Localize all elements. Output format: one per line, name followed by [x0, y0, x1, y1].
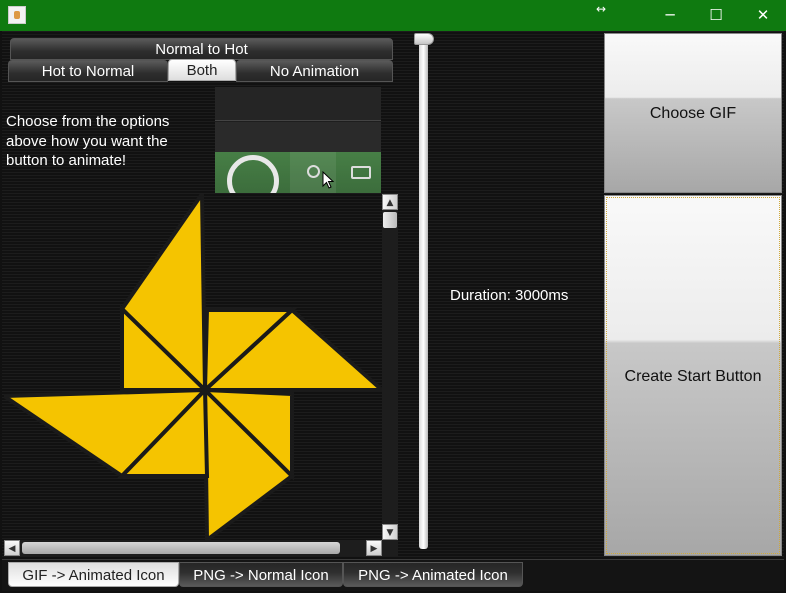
pinwheel-image: [4, 194, 382, 540]
java-app-icon: [8, 6, 26, 24]
vertical-scroll-thumb[interactable]: [383, 212, 397, 228]
minimize-button[interactable]: ─: [647, 0, 693, 31]
close-button[interactable]: ✕: [740, 0, 786, 31]
search-circle-icon: [307, 165, 320, 178]
choose-gif-button[interactable]: Choose GIF: [604, 33, 782, 193]
scroll-down-button[interactable]: ▼: [382, 524, 398, 540]
horizontal-scrollbar[interactable]: ◀ ▶: [4, 540, 382, 556]
scroll-up-button[interactable]: ▲: [382, 194, 398, 210]
scroll-left-button[interactable]: ◀: [4, 540, 20, 556]
preview-top-area: [215, 87, 381, 121]
duration-label: Duration: 3000ms: [450, 287, 569, 304]
vertical-scrollbar[interactable]: ▲ ▼: [382, 194, 398, 540]
resize-icon: ↔: [596, 2, 607, 16]
main-content: Normal to Hot Hot to Normal Both No Anim…: [2, 31, 784, 559]
image-scroll-pane[interactable]: [4, 194, 382, 540]
tab-png-animated-icon[interactable]: PNG -> Animated Icon: [343, 562, 523, 587]
title-bar: ↔ ─ ☐ ✕: [0, 0, 786, 31]
preview-middle-area: [215, 122, 381, 152]
mouse-cursor-icon: [322, 171, 334, 189]
scroll-right-button[interactable]: ▶: [366, 540, 382, 556]
create-start-button[interactable]: Create Start Button: [604, 195, 782, 556]
tab-both[interactable]: Both: [168, 59, 236, 81]
instructions-text: Choose from the options above how you wa…: [6, 113, 170, 169]
tab-no-animation[interactable]: No Animation: [236, 60, 393, 82]
tab-png-normal-icon[interactable]: PNG -> Normal Icon: [179, 562, 343, 587]
mode-tab-bar: GIF -> Animated Icon PNG -> Normal Icon …: [2, 559, 784, 591]
horizontal-scroll-thumb[interactable]: [22, 542, 340, 554]
duration-slider-thumb[interactable]: [414, 33, 434, 45]
duration-slider-track[interactable]: [419, 37, 428, 549]
tablet-icon: [351, 166, 371, 179]
scroll-corner: [382, 540, 398, 556]
tab-normal-to-hot[interactable]: Normal to Hot: [10, 38, 393, 60]
tab-gif-animated-icon[interactable]: GIF -> Animated Icon: [8, 562, 179, 587]
start-button-preview: [215, 87, 381, 193]
maximize-button[interactable]: ☐: [693, 0, 739, 31]
tab-hot-to-normal[interactable]: Hot to Normal: [8, 60, 168, 82]
